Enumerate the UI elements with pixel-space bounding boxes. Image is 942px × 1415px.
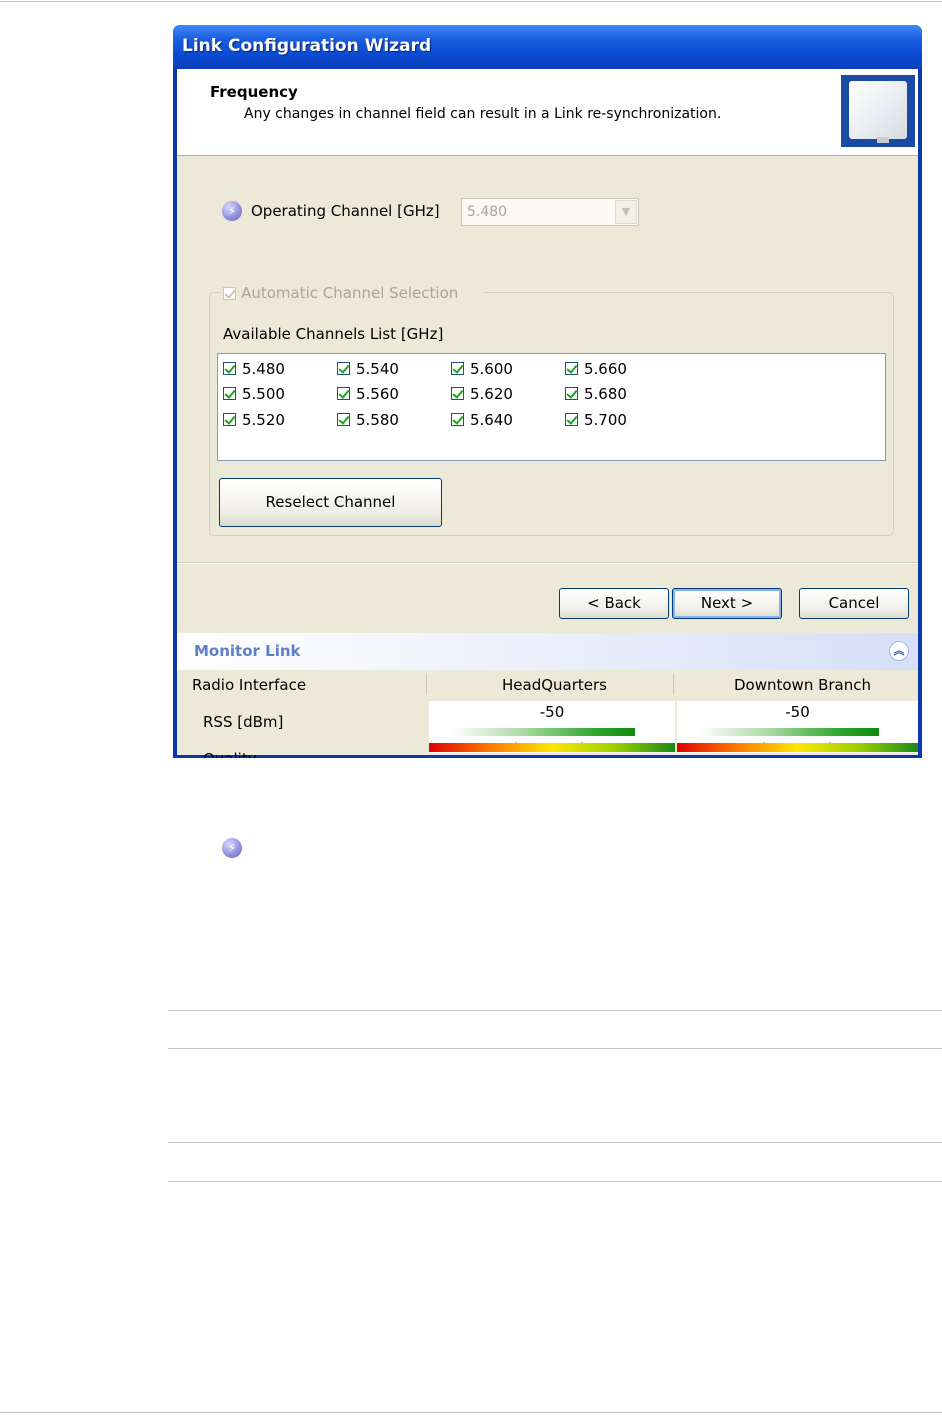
title-bar[interactable]: Link Configuration Wizard — [173, 25, 922, 69]
monitor-link-header[interactable]: Monitor Link ︽ — [177, 633, 918, 670]
channel-checkbox[interactable]: 5.640 — [451, 411, 513, 429]
downtown-branch-quality-bar — [677, 743, 918, 752]
channel-checkbox[interactable]: 5.600 — [451, 360, 513, 378]
operating-channel-select[interactable]: 5.480 ▼ — [461, 198, 639, 226]
available-channels-label: Available Channels List [GHz] — [223, 325, 444, 343]
column-header-headquarters: HeadQuarters — [502, 676, 607, 694]
downtown-branch-rss-bar — [699, 728, 879, 736]
window-title: Link Configuration Wizard — [182, 36, 432, 56]
column-header-downtown-branch: Downtown Branch — [734, 676, 872, 694]
lightning-icon: ⚡ — [222, 201, 242, 221]
headquarters-rss-bar — [451, 728, 635, 736]
wizard-header: Frequency Any changes in channel field c… — [177, 69, 918, 156]
reselect-channel-button[interactable]: Reselect Channel — [219, 478, 442, 527]
link-configuration-wizard-window: Link Configuration Wizard Frequency Any … — [173, 25, 922, 758]
antenna-image — [841, 75, 915, 147]
footer-divider — [177, 562, 918, 564]
page-top-rule — [0, 1, 942, 2]
wizard-client-area: Frequency Any changes in channel field c… — [177, 69, 918, 758]
checkbox-icon[interactable] — [223, 287, 236, 300]
channel-checkbox[interactable]: 5.500 — [223, 385, 285, 403]
channel-checkbox[interactable]: 5.580 — [337, 411, 399, 429]
channel-checkbox[interactable]: 5.480 — [223, 360, 285, 378]
rule — [168, 1010, 942, 1011]
operating-channel-value: 5.480 — [467, 204, 508, 220]
headquarters-quality-bar — [429, 743, 675, 752]
page-bottom-rule — [0, 1412, 942, 1413]
monitor-link-table: Radio Interface HeadQuarters Downtown Br… — [177, 670, 918, 758]
cancel-button[interactable]: Cancel — [799, 588, 909, 619]
automatic-channel-selection-checkbox[interactable]: Automatic Channel Selection — [221, 283, 485, 305]
available-channels-list[interactable]: 5.480 5.500 5.520 5.540 5.560 5.580 5.60… — [217, 353, 886, 461]
page-subtitle: Any changes in channel field can result … — [244, 106, 722, 122]
column-header-radio-interface: Radio Interface — [192, 676, 307, 694]
collapse-icon[interactable]: ︽ — [889, 641, 909, 661]
monitor-link-title: Monitor Link — [194, 642, 301, 660]
automatic-channel-selection-label: Automatic Channel Selection — [241, 284, 459, 302]
channel-checkbox[interactable]: 5.680 — [565, 385, 627, 403]
channel-checkbox[interactable]: 5.540 — [337, 360, 399, 378]
page-title: Frequency — [210, 83, 298, 101]
chevron-down-icon[interactable]: ▼ — [615, 200, 637, 224]
operating-channel-label: Operating Channel [GHz] — [251, 202, 440, 220]
channel-checkbox[interactable]: 5.620 — [451, 385, 513, 403]
channel-checkbox[interactable]: 5.560 — [337, 385, 399, 403]
channel-checkbox[interactable]: 5.520 — [223, 411, 285, 429]
rule — [168, 1142, 942, 1143]
rule — [168, 1048, 942, 1049]
downtown-branch-rss-value: -50 — [785, 703, 810, 721]
headquarters-cell: -50 No Serv Ethernet Ethernet + TDM — [429, 701, 675, 755]
channel-checkbox[interactable]: 5.660 — [565, 360, 627, 378]
back-button[interactable]: < Back — [559, 588, 669, 619]
next-button[interactable]: Next > — [672, 588, 782, 619]
lightning-icon: ⚡ — [222, 838, 242, 858]
headquarters-rss-value: -50 — [539, 703, 565, 721]
row-label-quality: Quality — [203, 750, 257, 758]
rule — [168, 1181, 942, 1182]
channel-checkbox[interactable]: 5.700 — [565, 411, 627, 429]
downtown-branch-cell: -50 No Serv Ethernet Ethernet + TDM — [677, 701, 918, 755]
row-label-rss: RSS [dBm] — [203, 713, 284, 731]
